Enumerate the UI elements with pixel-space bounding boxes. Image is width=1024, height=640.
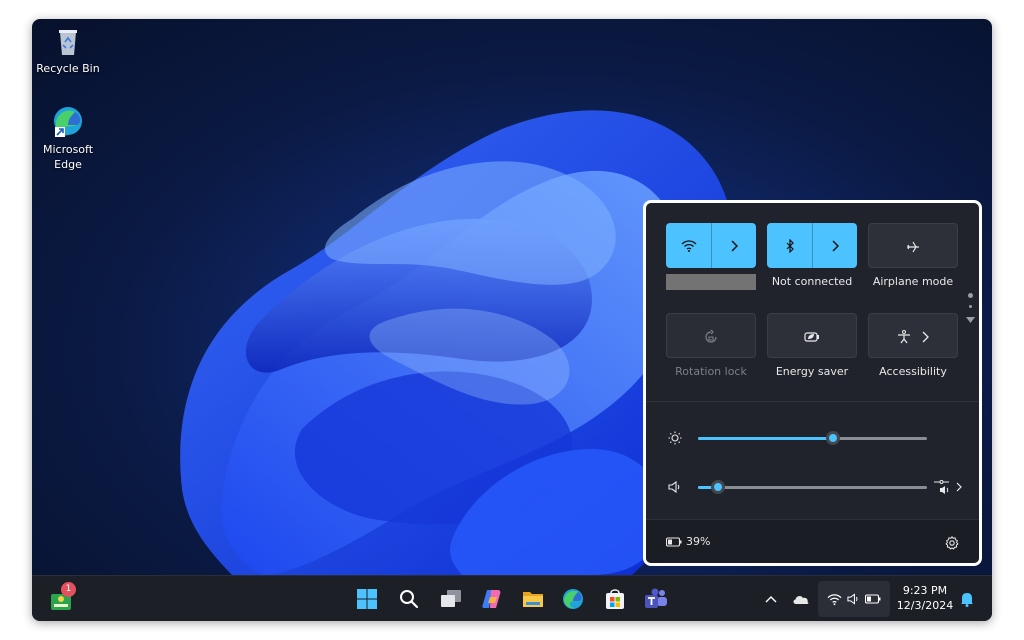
battery-icon	[865, 594, 881, 604]
speaker-icon	[668, 481, 680, 493]
battery-icon	[666, 536, 682, 547]
brightness-fill	[698, 437, 833, 440]
rotation-lock-icon	[705, 329, 717, 343]
rotation-lock-toggle	[667, 314, 755, 359]
energy-saver-toggle	[768, 314, 856, 359]
quick-settings-panel: Not connected Airplane mode Rotation loc…	[643, 200, 982, 566]
desktop-screen: Recycle Bin Microsoft Edge Not connected…	[32, 19, 992, 621]
speaker-icon	[847, 593, 858, 605]
teams-button[interactable]	[642, 585, 670, 613]
wifi-icon	[681, 239, 696, 252]
bell-icon	[961, 593, 973, 607]
energy-saver-icon	[804, 331, 819, 342]
clock-button[interactable]: 9:23 PM 12/3/2024	[890, 582, 960, 616]
folder-icon	[523, 592, 543, 607]
airplane-toggle	[869, 224, 957, 269]
chevron-right-icon	[831, 239, 839, 252]
gear-icon	[945, 536, 959, 550]
clock-time: 9:23 PM	[902, 584, 948, 597]
chevron-right-icon	[922, 331, 929, 342]
bluetooth-expand-button[interactable]	[812, 223, 857, 268]
wifi-network-name-redacted	[666, 274, 756, 290]
clock-date: 12/3/2024	[896, 599, 954, 612]
page-dot	[969, 305, 972, 308]
store-button[interactable]	[601, 585, 629, 613]
task-view-icon	[441, 590, 461, 607]
windows-start-icon	[357, 589, 377, 609]
store-icon	[606, 589, 624, 609]
onedrive-button[interactable]	[788, 585, 814, 613]
rotation-lock-tile[interactable]	[666, 313, 756, 358]
page-dot	[968, 293, 973, 298]
search-icon	[400, 590, 419, 609]
teams-icon	[645, 588, 667, 608]
volume-thumb[interactable]	[711, 480, 725, 494]
taskbar: 1 9:23 PM 12/3/2024	[32, 575, 992, 621]
wifi-tile	[666, 223, 756, 268]
desktop-icon-microsoft-edge[interactable]: Microsoft Edge	[32, 105, 104, 172]
widgets-button[interactable]: 1	[48, 582, 76, 612]
wifi-toggle-button[interactable]	[666, 223, 711, 268]
battery-percentage: 39%	[686, 535, 711, 548]
edge-icon	[54, 107, 82, 137]
desktop-icon-recycle-bin[interactable]: Recycle Bin	[32, 24, 104, 76]
volume-track	[698, 486, 927, 489]
audio-output-icon	[934, 480, 949, 494]
page-indicator[interactable]	[966, 293, 976, 329]
show-hidden-icons-button[interactable]	[758, 585, 784, 613]
start-button[interactable]	[353, 585, 381, 613]
network-volume-battery-button[interactable]	[818, 581, 890, 617]
brightness-icon	[668, 431, 682, 445]
bluetooth-toggle-button[interactable]	[767, 223, 812, 268]
desktop-icon-label: Recycle Bin	[36, 62, 100, 75]
accessibility-icon	[898, 329, 910, 343]
audio-output-button[interactable]	[934, 477, 964, 497]
volume-slider[interactable]	[698, 478, 927, 496]
quick-settings-footer: 39%	[646, 519, 979, 563]
chevron-up-icon	[765, 596, 777, 603]
airplane-mode-tile[interactable]	[868, 223, 958, 268]
cloud-icon	[793, 596, 809, 604]
recycle-bin-icon	[59, 30, 77, 55]
file-explorer-button[interactable]	[519, 585, 547, 613]
edge-icon	[563, 589, 583, 609]
accessibility-label: Accessibility	[879, 365, 947, 378]
bluetooth-icon	[786, 238, 794, 253]
brightness-slider[interactable]	[698, 429, 927, 447]
chevron-right-icon	[730, 239, 738, 252]
rotation-lock-label: Rotation lock	[675, 365, 747, 378]
accessibility-toggle	[869, 314, 957, 359]
edge-button[interactable]	[559, 585, 587, 613]
copilot-icon	[482, 590, 501, 608]
energy-saver-label: Energy saver	[775, 365, 849, 378]
notification-badge: 1	[61, 582, 76, 597]
chevron-right-icon	[956, 482, 962, 492]
brightness-thumb[interactable]	[826, 431, 840, 445]
energy-saver-tile[interactable]	[767, 313, 857, 358]
desktop-icon-label: Microsoft Edge	[42, 143, 94, 171]
accessibility-tile[interactable]	[868, 313, 958, 358]
search-button[interactable]	[395, 585, 423, 613]
task-view-button[interactable]	[437, 585, 465, 613]
battery-button[interactable]: 39%	[666, 535, 710, 548]
settings-button[interactable]	[942, 533, 962, 553]
airplane-icon	[907, 241, 919, 252]
chevron-down-icon	[966, 317, 975, 323]
bluetooth-tile-label: Not connected	[771, 275, 853, 288]
copilot-button[interactable]	[478, 585, 506, 613]
bluetooth-tile	[767, 223, 857, 268]
section-divider	[646, 401, 979, 402]
airplane-tile-label: Airplane mode	[872, 275, 954, 288]
notifications-button[interactable]	[956, 585, 978, 613]
wifi-expand-button[interactable]	[711, 223, 756, 268]
wifi-icon	[827, 593, 842, 605]
